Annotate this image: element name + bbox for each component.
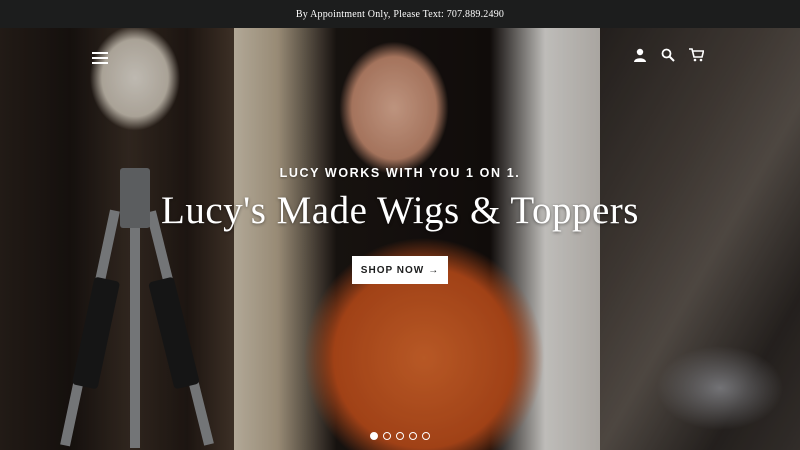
slide-dot-1[interactable] [370,432,378,440]
slide-dot-5[interactable] [422,432,430,440]
announcement-text: By Appointment Only, Please Text: 707.88… [295,8,505,20]
hero-caption: LUCY WORKS WITH YOU 1 ON 1. Lucy's Made … [0,166,800,233]
hero-title: Lucy's Made Wigs & Toppers [161,189,639,232]
account-icon[interactable] [632,47,648,63]
cart-icon[interactable] [688,47,704,63]
hero-overlay [0,28,800,450]
arrow-right-icon: → [428,264,440,276]
announcement-bar: By Appointment Only, Please Text: 707.88… [0,0,800,28]
header-icons [632,47,704,63]
slide-dot-3[interactable] [396,432,404,440]
shop-now-button[interactable]: SHOP NOW → [352,256,448,284]
slide-dot-2[interactable] [383,432,391,440]
slide-dot-4[interactable] [409,432,417,440]
hero-slideshow [0,28,800,450]
menu-icon[interactable] [92,52,108,64]
search-icon[interactable] [660,47,676,63]
hero-kicker: LUCY WORKS WITH YOU 1 ON 1. [279,166,521,180]
shop-now-label: SHOP NOW [360,264,425,276]
slideshow-dots [370,432,430,440]
